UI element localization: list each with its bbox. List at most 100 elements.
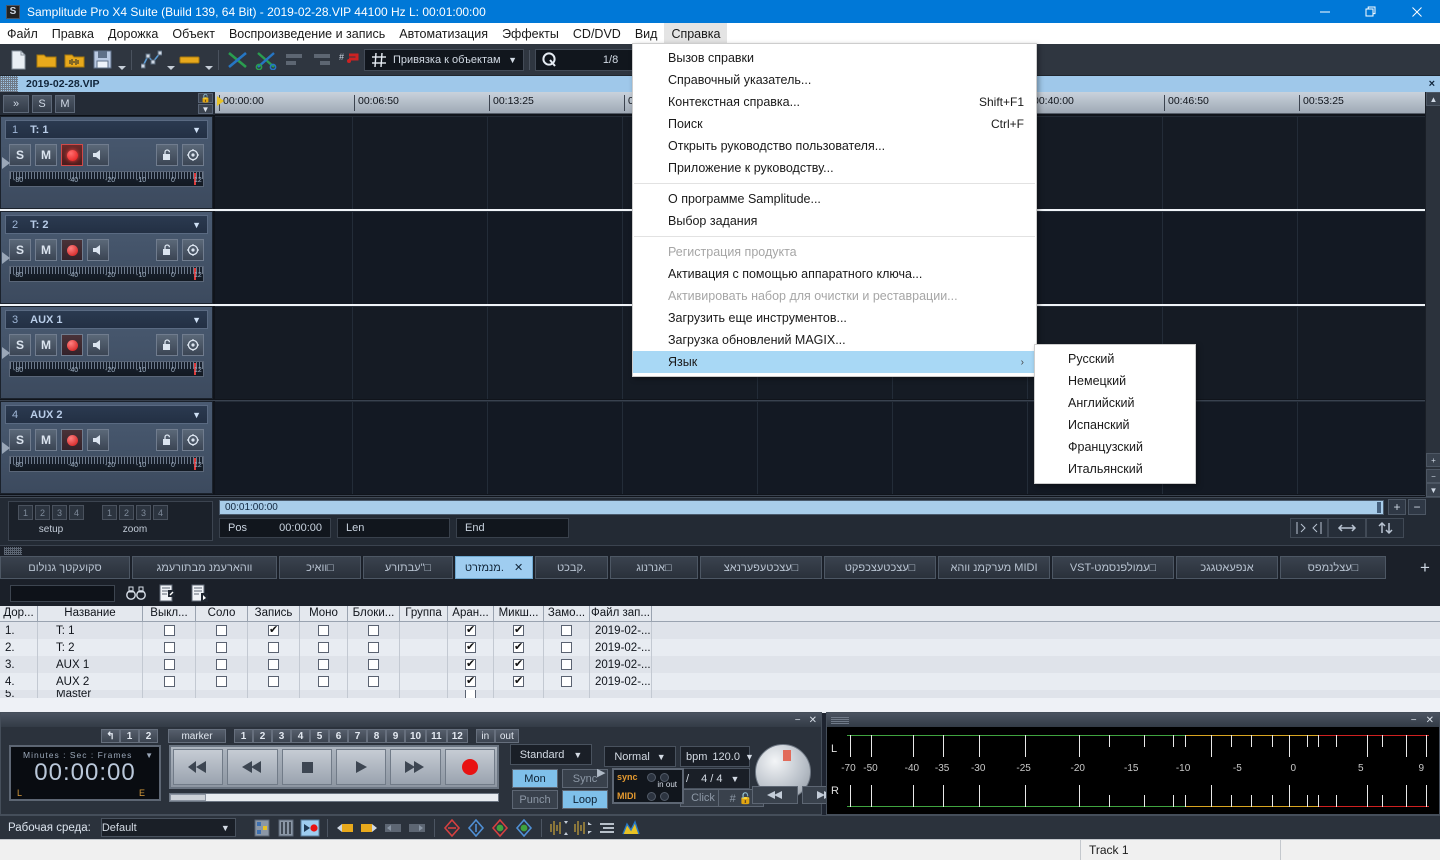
track-title-bar[interactable]: 2 T: 2 ▼ xyxy=(5,215,208,234)
stop-icon[interactable] xyxy=(281,749,332,785)
loop-button[interactable]: Loop xyxy=(562,790,608,809)
in-button[interactable]: in xyxy=(475,729,495,743)
monitor-speaker-button[interactable] xyxy=(87,144,109,166)
out-button[interactable]: out xyxy=(494,729,519,743)
track-lane[interactable] xyxy=(215,401,1440,494)
scrollbar-handle[interactable] xyxy=(1377,502,1381,513)
dock-tab[interactable]: סקועקטך גנולום xyxy=(0,556,130,579)
dock-tab[interactable]: קבכט. xyxy=(535,556,608,579)
zoom-preset-1[interactable]: 1 xyxy=(102,505,117,520)
menu-item-task-selection[interactable]: Выбор задания xyxy=(633,210,1036,232)
add-tab-button[interactable]: + xyxy=(1414,556,1436,579)
snap-caret-icon[interactable]: ▼ xyxy=(508,55,517,65)
open-folder-icon[interactable] xyxy=(33,47,59,73)
cell-group[interactable] xyxy=(400,639,448,656)
object-color-icon[interactable] xyxy=(176,47,202,73)
marker-blue-icon[interactable] xyxy=(464,817,488,839)
cell-mono[interactable] xyxy=(300,673,348,690)
zoom-in-button[interactable]: + xyxy=(1388,499,1406,515)
record-arm-button[interactable] xyxy=(61,144,83,166)
track-expand-arrow-icon[interactable] xyxy=(2,252,10,264)
cell-group[interactable] xyxy=(400,690,448,698)
col-freeze[interactable]: Замо... xyxy=(544,606,590,621)
cell-freeze[interactable] xyxy=(544,673,590,690)
col-mixer[interactable]: Микш... xyxy=(494,606,544,621)
grid-lines-icon[interactable] xyxy=(595,817,619,839)
scroll-zoom-out-button[interactable]: − xyxy=(1426,469,1440,483)
menu-cd-dvd[interactable]: CD/DVD xyxy=(566,23,628,44)
menu-file[interactable]: Файл xyxy=(0,23,45,44)
fx-icon[interactable] xyxy=(182,429,204,451)
cell-mono[interactable] xyxy=(300,622,348,639)
save-dropdown-caret-icon[interactable] xyxy=(118,66,126,70)
language-item-english[interactable]: Английский xyxy=(1035,392,1195,414)
cell-freeze[interactable] xyxy=(544,690,590,698)
close-icon[interactable]: ✕ xyxy=(1426,715,1434,726)
marker-red-icon[interactable] xyxy=(440,817,464,839)
fit-icon[interactable] xyxy=(1290,518,1328,538)
record-arm-button[interactable] xyxy=(61,239,83,261)
fx-icon[interactable] xyxy=(182,239,204,261)
lock-icon[interactable] xyxy=(156,144,178,166)
scroll-zoom-in-button[interactable]: + xyxy=(1426,453,1440,467)
cell-off[interactable] xyxy=(143,639,196,656)
col-solo[interactable]: Соло xyxy=(196,606,248,621)
menu-playback-record[interactable]: Воспроизведение и запись xyxy=(222,23,392,44)
table-row[interactable]: 1. T: 1 2019-02-... xyxy=(0,622,1440,639)
marker-3[interactable]: 3 xyxy=(272,729,291,743)
cell-mixer[interactable] xyxy=(494,639,544,656)
chevron-down-icon[interactable]: ▼ xyxy=(573,750,582,760)
playhead-marker-icon[interactable] xyxy=(217,96,224,106)
nudge-back-icon[interactable] xyxy=(752,786,798,804)
cell-record[interactable] xyxy=(248,656,300,673)
fast-forward-icon[interactable] xyxy=(390,749,441,785)
time-display[interactable]: Minutes : Sec : Frames ▼ 00:00:00 L E xyxy=(9,745,161,801)
cell-mixer[interactable] xyxy=(494,673,544,690)
restore-icon[interactable] xyxy=(1348,0,1394,23)
menu-item-magix-updates[interactable]: Загрузка обновлений MAGIX... xyxy=(633,329,1036,351)
cell-solo[interactable] xyxy=(196,673,248,690)
cell-arrange[interactable] xyxy=(448,639,494,656)
marker-7[interactable]: 7 xyxy=(348,729,367,743)
cell-off[interactable] xyxy=(143,690,196,698)
dock-tab-active[interactable]: מנמזרט. ✕ xyxy=(455,556,533,579)
cell-freeze[interactable] xyxy=(544,656,590,673)
setup-preset-2[interactable]: 2 xyxy=(35,505,50,520)
skip-back-icon[interactable] xyxy=(173,749,224,785)
punch-button[interactable]: Punch xyxy=(512,790,558,809)
object-color-caret-icon[interactable] xyxy=(205,66,213,70)
dock-tab[interactable]: מערקמנ ווהא MIDI xyxy=(938,556,1050,579)
col-record[interactable]: Запись xyxy=(248,606,300,621)
menu-item-dongle-activation[interactable]: Активация с помощью аппаратного ключа... xyxy=(633,263,1036,285)
cell-mixer[interactable] xyxy=(494,690,544,698)
language-item-russian[interactable]: Русский xyxy=(1035,348,1195,370)
export-document-icon[interactable] xyxy=(157,583,179,603)
tempo-mode-select[interactable]: Normal ▼ xyxy=(604,746,676,767)
track-header[interactable]: 2 T: 2 ▼ S M -80 -40 -20 -10 0 12 xyxy=(0,211,213,304)
chevron-down-icon[interactable]: ▼ xyxy=(657,752,666,762)
col-name[interactable]: Название xyxy=(38,606,143,621)
zoom-preset-2[interactable]: 2 xyxy=(119,505,134,520)
monitor-speaker-button[interactable] xyxy=(87,334,109,356)
minimize-icon[interactable]: − xyxy=(1411,715,1417,726)
minimize-icon[interactable] xyxy=(1302,0,1348,23)
cell-off[interactable] xyxy=(143,673,196,690)
setup-preset-4[interactable]: 4 xyxy=(69,505,84,520)
cell-lock[interactable] xyxy=(348,673,400,690)
scrub-handle[interactable] xyxy=(170,794,206,801)
menu-item-about[interactable]: О программе Samplitude... xyxy=(633,188,1036,210)
binoculars-icon[interactable] xyxy=(125,583,147,603)
record-arm-button[interactable] xyxy=(61,334,83,356)
mute-all-button[interactable]: M xyxy=(55,94,75,113)
table-row[interactable]: 2. T: 2 2019-02-... xyxy=(0,639,1440,656)
expand-all-tracks-button[interactable]: » xyxy=(3,94,29,113)
chevron-down-icon[interactable]: ▼ xyxy=(192,315,201,325)
zoom-wave-icon[interactable] xyxy=(547,817,571,839)
cell-mixer[interactable] xyxy=(494,656,544,673)
mute-button[interactable]: M xyxy=(35,144,57,166)
zoom-preset-4[interactable]: 4 xyxy=(153,505,168,520)
marker-1[interactable]: 1 xyxy=(234,729,253,743)
panel-expand-arrow-icon[interactable]: ▶ xyxy=(597,766,605,779)
snap-magnet-icon[interactable]: # xyxy=(337,47,363,73)
table-row[interactable]: 3. AUX 1 2019-02-... xyxy=(0,656,1440,673)
